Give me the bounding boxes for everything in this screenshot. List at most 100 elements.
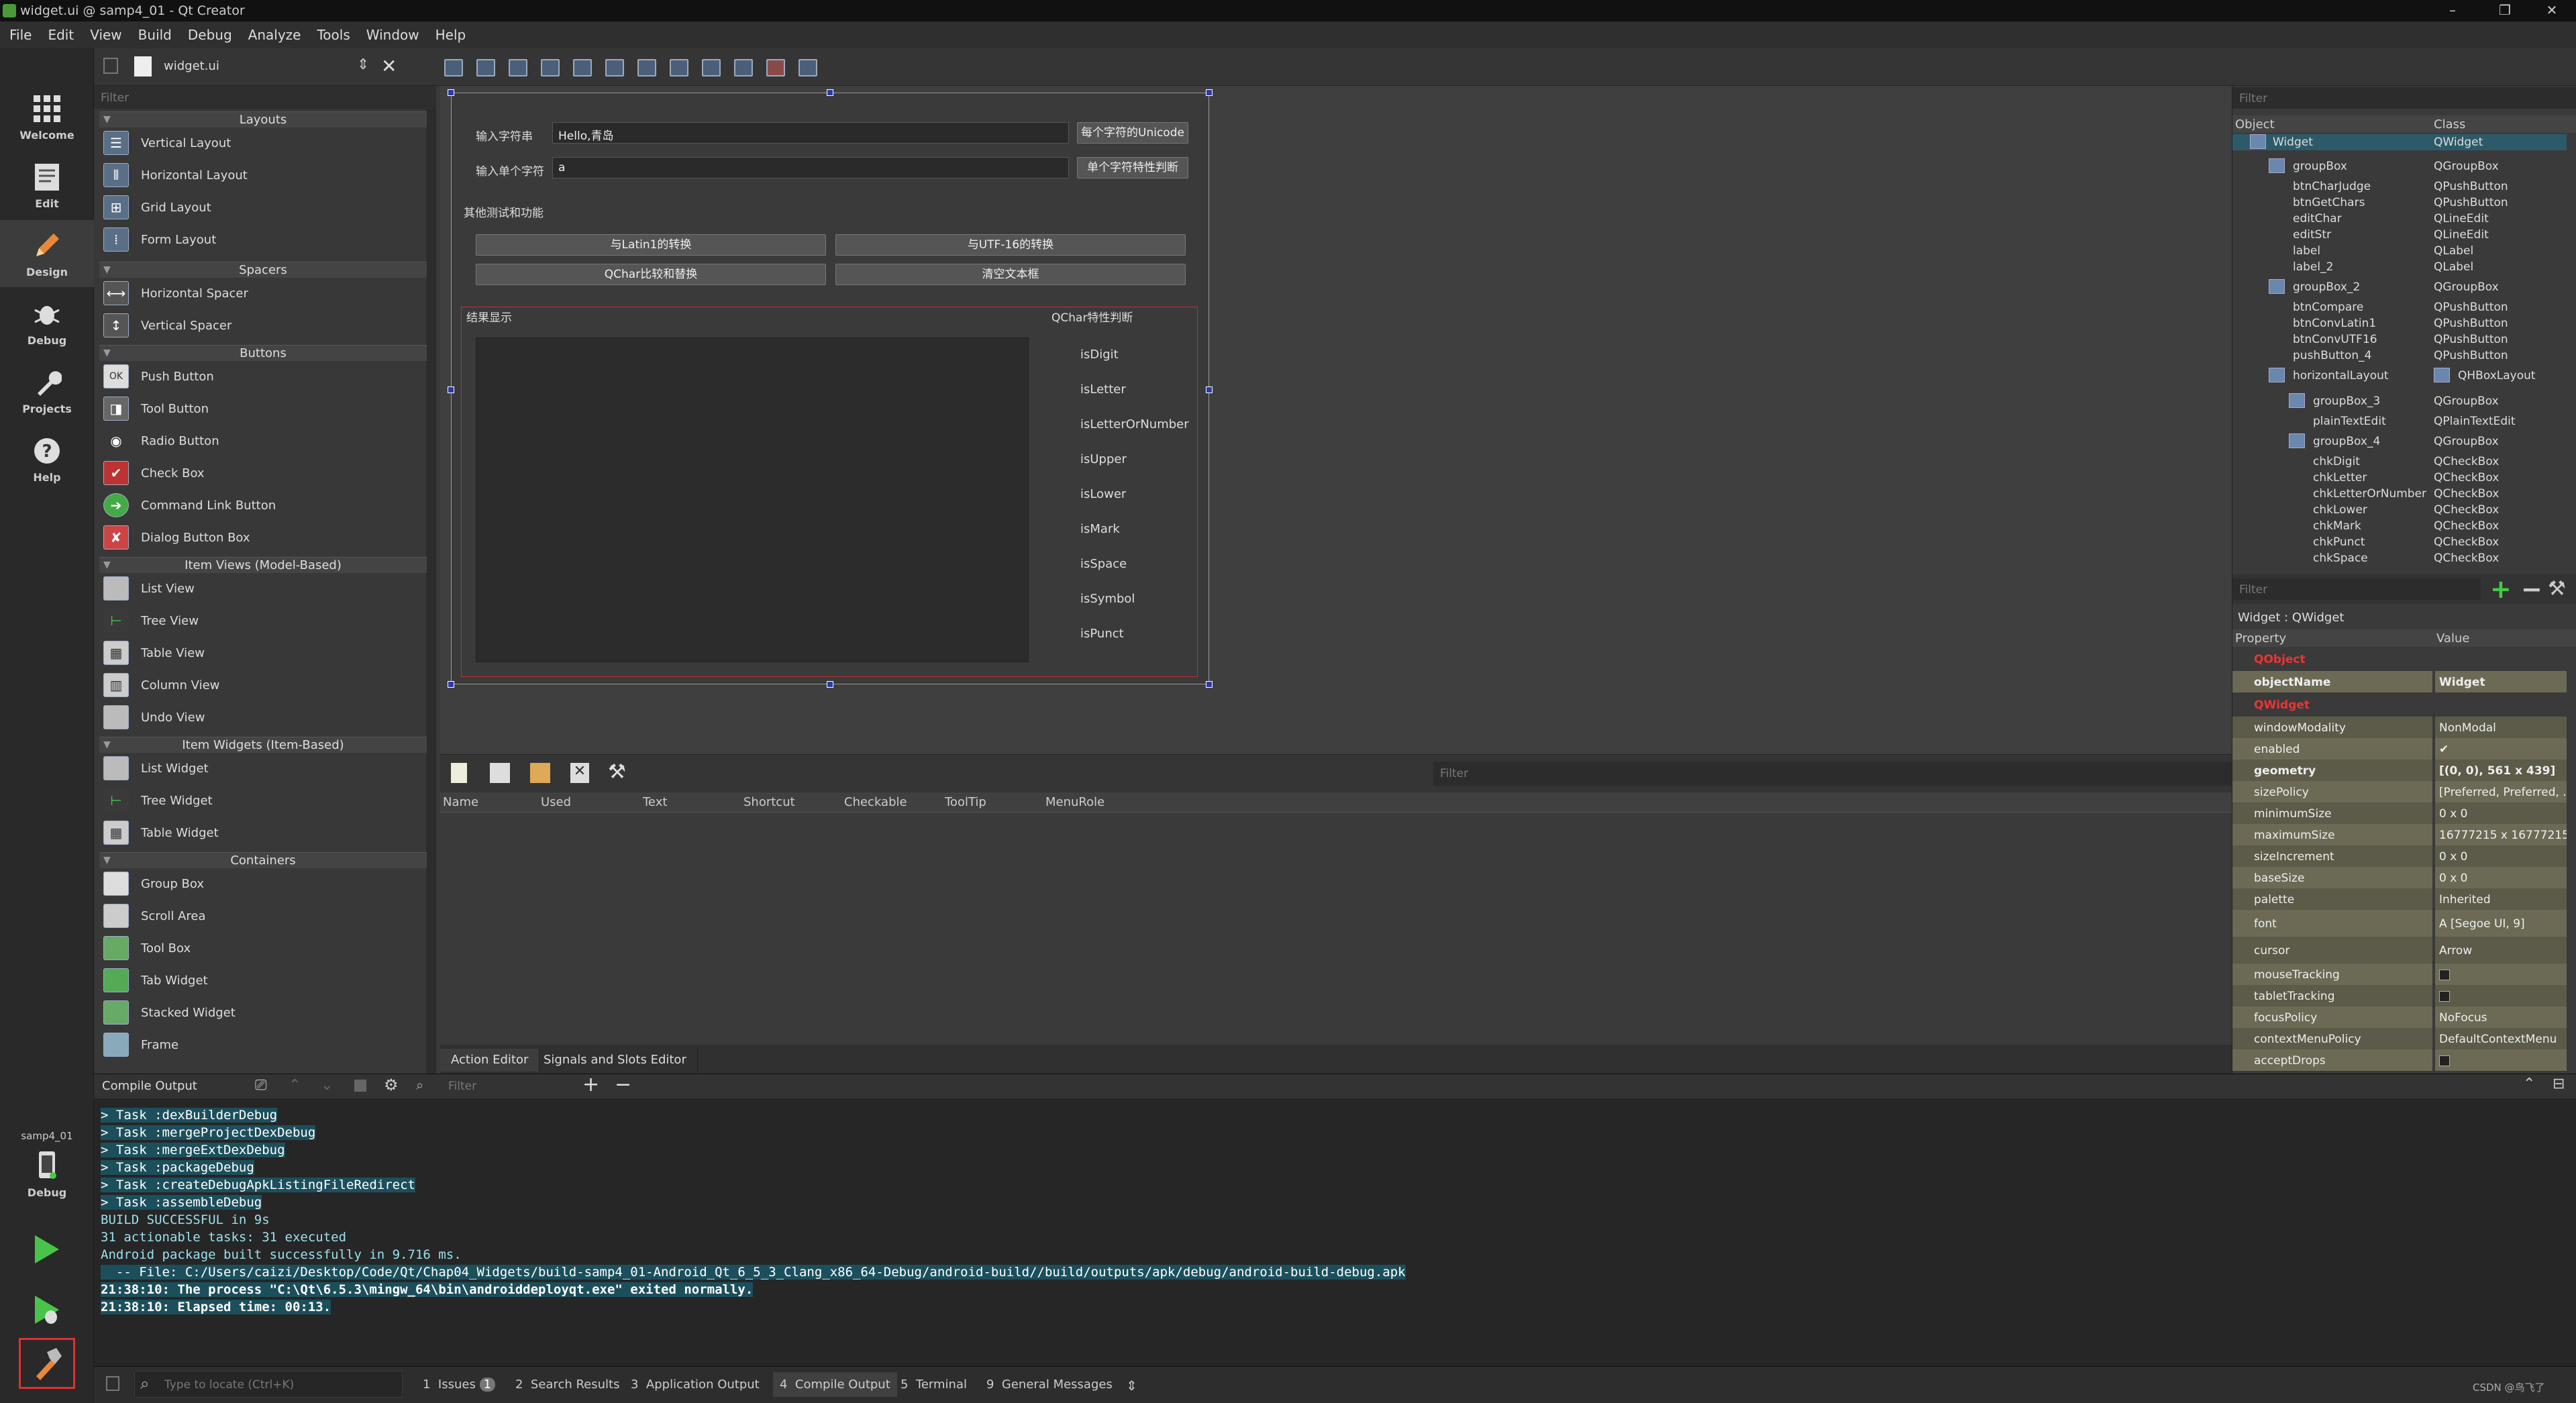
edit-widgets-icon[interactable]	[444, 59, 463, 76]
next-item-icon[interactable]: ⌄	[321, 1077, 333, 1094]
status-tab-terminal[interactable]: 5 Terminal	[900, 1378, 967, 1392]
btn-conv-utf16[interactable]: 与UTF-16的转换	[835, 234, 1186, 256]
chk-space[interactable]: isSpace	[1080, 557, 1127, 571]
locator-input[interactable]: Type to locate (Ctrl+K)	[164, 1378, 294, 1392]
chk-lower[interactable]: isLower	[1080, 487, 1126, 501]
close-document-icon[interactable]: ✕	[381, 55, 397, 77]
tree-row[interactable]: chkPunct QCheckBox	[2232, 534, 2567, 550]
tree-row[interactable]: btnConvUTF16 QPushButton	[2232, 331, 2567, 348]
menu-window[interactable]: Window	[366, 27, 419, 43]
more-tabs-icon[interactable]: ⇕	[1126, 1378, 1137, 1394]
chk-letter[interactable]: isLetter	[1080, 382, 1126, 397]
col-object[interactable]: Object	[2235, 117, 2275, 132]
col-name[interactable]: Name	[443, 795, 478, 809]
widget-list-widget[interactable]: List Widget	[101, 753, 427, 784]
tree-row[interactable]: btnCompare QPushButton	[2232, 299, 2567, 315]
resize-handle[interactable]	[1206, 681, 1213, 688]
menu-view[interactable]: View	[90, 27, 121, 43]
prop-row[interactable]: baseSize 0 x 0	[2232, 867, 2567, 888]
widget-stacked-widget[interactable]: Stacked Widget	[101, 997, 427, 1028]
chk-digit[interactable]: isDigit	[1080, 348, 1119, 362]
run-button[interactable]	[20, 1229, 74, 1269]
checkbox-unchecked[interactable]	[2439, 991, 2450, 1002]
adjust-size-icon[interactable]	[798, 59, 817, 76]
chk-symbol[interactable]: isSymbol	[1080, 592, 1135, 606]
widget-command-link-button[interactable]: ➔ Command Link Button	[101, 490, 427, 521]
widget-table-view[interactable]: ▦ Table View	[101, 637, 427, 668]
widget-check-box[interactable]: ✔ Check Box	[101, 458, 427, 488]
object-filter[interactable]: Filter	[2232, 87, 2576, 109]
prop-group-qobject[interactable]: QObject	[2232, 648, 2567, 670]
edit-str[interactable]: Hello,青岛	[552, 122, 1069, 144]
tree-row-hlayout[interactable]: horizontalLayout QHBoxLayout	[2232, 368, 2567, 384]
edit-tab-order-icon[interactable]	[541, 59, 560, 76]
tree-row-groupbox4[interactable]: groupBox_4 QGroupBox	[2232, 433, 2567, 450]
tree-row[interactable]: plainTextEdit QPlainTextEdit	[2232, 413, 2567, 429]
tab-action-editor[interactable]: Action Editor	[440, 1049, 540, 1072]
copy-action-icon[interactable]	[490, 763, 510, 783]
widget-vertical-spacer[interactable]: ↕ Vertical Spacer	[101, 310, 427, 341]
category-buttons[interactable]: ▼ Buttons	[99, 345, 427, 361]
menu-help[interactable]: Help	[435, 27, 466, 43]
remove-dynamic-property-icon[interactable]: −	[2521, 574, 2542, 604]
prop-row[interactable]: objectName Widget	[2232, 671, 2567, 692]
close-pane-icon[interactable]: ⊟	[2553, 1076, 2565, 1092]
chk-mark[interactable]: isMark	[1080, 522, 1120, 536]
widget-frame[interactable]: Frame	[101, 1029, 427, 1060]
prop-row[interactable]: acceptDrops	[2232, 1049, 2567, 1071]
close-button[interactable]: ✕	[2528, 0, 2575, 21]
chk-punct[interactable]: isPunct	[1080, 627, 1124, 641]
layout-form-icon[interactable]	[702, 59, 721, 76]
prop-row[interactable]: minimumSize 0 x 0	[2232, 802, 2567, 824]
widget-list-view[interactable]: List View	[101, 573, 427, 604]
prop-group-qwidget[interactable]: QWidget	[2232, 694, 2567, 715]
configure-icon[interactable]: ⚒	[608, 760, 626, 784]
tree-row-widget[interactable]: Widget QWidget	[2232, 134, 2567, 150]
tree-row[interactable]: btnCharJudge QPushButton	[2232, 178, 2567, 195]
prop-row[interactable]: tabletTracking	[2232, 985, 2567, 1006]
prev-item-icon[interactable]: ⌃	[289, 1077, 301, 1094]
widget-table-widget[interactable]: ▦ Table Widget	[101, 817, 427, 848]
maximize-button[interactable]: ❐	[2481, 0, 2528, 21]
resize-handle[interactable]	[827, 681, 833, 688]
stop-icon[interactable]	[354, 1080, 366, 1092]
status-tab-issues[interactable]: 1 Issues 1	[423, 1378, 496, 1392]
prop-row[interactable]: sizePolicy [Preferred, Preferred, ...	[2232, 781, 2567, 802]
tree-row[interactable]: editStr QLineEdit	[2232, 227, 2567, 243]
menu-tools[interactable]: Tools	[317, 27, 350, 43]
prop-row[interactable]: enabled ✔	[2232, 738, 2567, 760]
plain-text-edit[interactable]	[476, 337, 1029, 662]
btn-conv-latin1[interactable]: 与Latin1的转换	[476, 234, 826, 256]
prop-row[interactable]: focusPolicy NoFocus	[2232, 1006, 2567, 1028]
output-filter[interactable]: Filter	[448, 1080, 476, 1093]
prop-row[interactable]: geometry [(0, 0), 561 x 439]	[2232, 760, 2567, 781]
prop-row[interactable]: windowModality NonModal	[2232, 717, 2567, 738]
widget-horizontal-spacer[interactable]: ⟷ Horizontal Spacer	[101, 278, 427, 309]
widget-scroll-area[interactable]: Scroll Area	[101, 900, 427, 931]
tab-signals-slots[interactable]: Signals and Slots Editor	[533, 1049, 698, 1072]
col-tooltip[interactable]: ToolTip	[945, 795, 986, 809]
toggle-sidebar-icon[interactable]	[106, 1376, 119, 1391]
layout-horizontally-icon[interactable]	[573, 59, 592, 76]
clear-output-icon[interactable]: ⎚	[255, 1077, 267, 1094]
resize-handle[interactable]	[448, 89, 454, 96]
new-action-icon[interactable]	[451, 763, 467, 783]
category-spacers[interactable]: ▼ Spacers	[99, 262, 427, 278]
col-checkable[interactable]: Checkable	[844, 795, 907, 809]
chk-upper[interactable]: isUpper	[1080, 452, 1127, 466]
status-tab-general-messages[interactable]: 9 General Messages	[986, 1378, 1113, 1392]
btn-clear[interactable]: 清空文本框	[835, 264, 1186, 285]
layout-grid-icon[interactable]	[734, 59, 753, 76]
mode-projects[interactable]: Projects	[0, 357, 94, 424]
prop-row[interactable]: font A [Segoe UI, 9]	[2232, 910, 2567, 937]
open-file-name[interactable]: widget.ui	[164, 59, 219, 73]
prop-row[interactable]: sizeIncrement 0 x 0	[2232, 845, 2567, 867]
edit-signals-slots-icon[interactable]	[476, 59, 495, 76]
tree-row-groupbox3[interactable]: groupBox_3 QGroupBox	[2232, 393, 2567, 409]
tree-row[interactable]: pushButton_4 QPushButton	[2232, 348, 2567, 364]
status-tab-search[interactable]: 2 Search Results	[515, 1378, 619, 1392]
menu-analyze[interactable]: Analyze	[248, 27, 301, 43]
prop-row[interactable]: contextMenuPolicy DefaultContextMenu	[2232, 1028, 2567, 1049]
col-shortcut[interactable]: Shortcut	[743, 795, 795, 809]
category-item-widgets[interactable]: ▼ Item Widgets (Item-Based)	[99, 737, 427, 753]
